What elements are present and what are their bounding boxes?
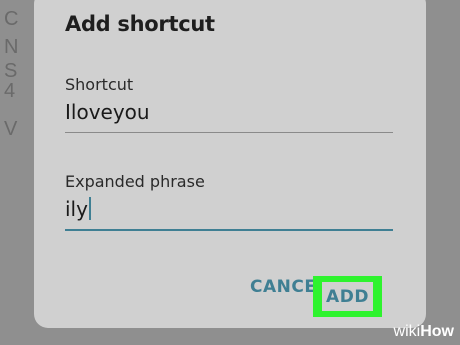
- add-button-highlight: ADD: [313, 276, 382, 317]
- background-text: 4: [4, 80, 16, 102]
- shortcut-value: Iloveyou: [65, 100, 150, 124]
- expanded-phrase-input[interactable]: ily: [65, 197, 91, 221]
- background-text: C: [4, 8, 19, 30]
- add-button[interactable]: ADD: [326, 287, 369, 307]
- wikihow-watermark: wikiHow: [394, 323, 454, 341]
- background-text: N: [4, 36, 19, 58]
- expanded-phrase-underline: [65, 229, 393, 231]
- shortcut-underline: [65, 132, 393, 133]
- watermark-wiki: wiki: [393, 323, 421, 340]
- expanded-phrase-value: ily: [65, 197, 88, 221]
- dialog-title: Add shortcut: [65, 12, 215, 36]
- shortcut-label: Shortcut: [65, 75, 134, 94]
- watermark-how: How: [420, 323, 454, 340]
- background-text: V: [4, 118, 18, 140]
- expanded-phrase-label: Expanded phrase: [65, 172, 205, 191]
- add-button-area: ADD: [322, 282, 373, 311]
- text-cursor: [88, 197, 91, 220]
- shortcut-input[interactable]: Iloveyou: [65, 100, 150, 124]
